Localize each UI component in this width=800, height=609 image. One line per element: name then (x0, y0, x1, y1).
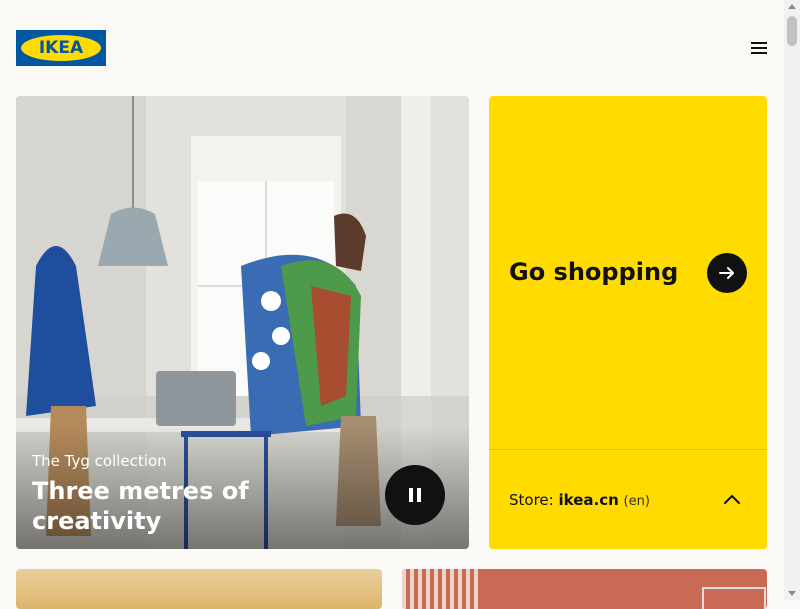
store-language: (en) (623, 494, 650, 509)
logo-oval: IKEA (21, 35, 101, 61)
ikea-logo[interactable]: IKEA (16, 30, 106, 66)
site-header: IKEA (0, 0, 784, 96)
promo-title: Go shopping (509, 258, 679, 286)
hero-subtitle: The Tyg collection (32, 452, 167, 470)
store-label: Store: (509, 491, 554, 509)
card-image-stripe (402, 569, 482, 609)
scroll-thumb[interactable] (787, 16, 797, 46)
hero-banner[interactable]: The Tyg collection Three metres of creat… (16, 96, 469, 549)
card-image-shelf (702, 587, 766, 609)
hero-caption: The Tyg collection Three metres of creat… (32, 452, 262, 536)
hero-title: Three metres of creativity (32, 477, 249, 535)
divider (489, 449, 767, 450)
scrollbar[interactable] (784, 0, 800, 600)
logo-text: IKEA (38, 38, 84, 58)
pause-icon[interactable] (385, 465, 445, 525)
product-card[interactable] (402, 569, 767, 609)
scroll-down-icon[interactable] (788, 591, 796, 596)
hamburger-icon[interactable] (747, 38, 771, 58)
scroll-up-icon[interactable] (788, 4, 796, 9)
store-text: Store: ikea.cn (en) (509, 491, 650, 509)
store-domain: ikea.cn (558, 491, 619, 509)
product-card[interactable] (16, 569, 382, 609)
chevron-up-icon[interactable] (723, 493, 741, 505)
go-shopping-card[interactable]: Go shopping Store: ikea.cn (en) (489, 96, 767, 549)
arrow-right-icon[interactable] (707, 253, 747, 293)
store-selector[interactable]: Store: ikea.cn (en) (509, 489, 749, 513)
